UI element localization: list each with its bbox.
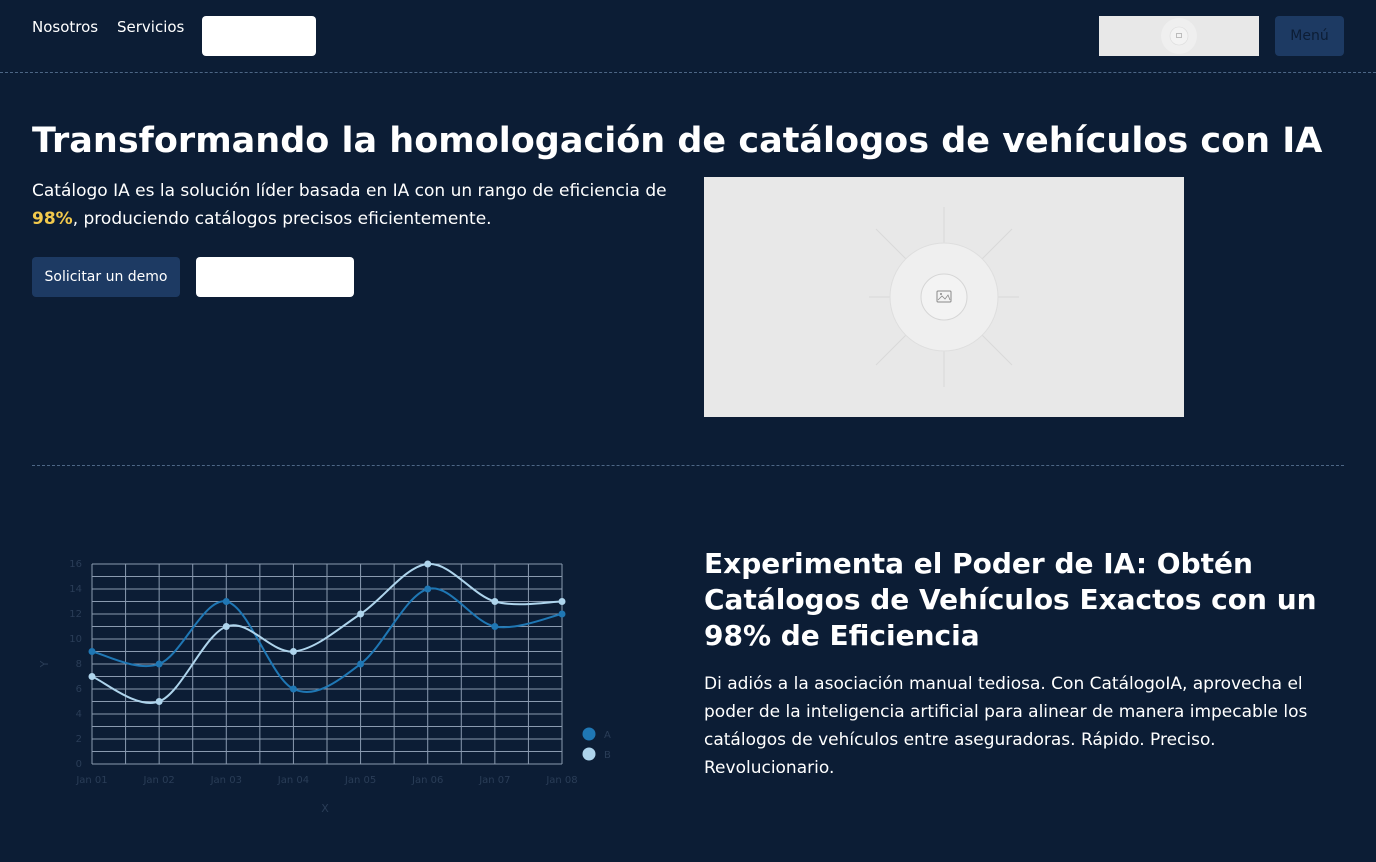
efficiency-highlight: 98%	[32, 209, 73, 229]
secondary-blank-button[interactable]	[196, 257, 354, 297]
data-point-a	[88, 648, 96, 655]
legend-marker-a	[582, 727, 596, 741]
hero-text-end: , produciendo catálogos precisos eficien…	[72, 209, 492, 229]
nav-link-nosotros[interactable]: Nosotros	[32, 18, 98, 36]
data-point-b	[155, 698, 163, 705]
x-tick-label: Jan 03	[210, 775, 242, 786]
data-point-a	[222, 598, 230, 605]
data-point-a	[155, 660, 163, 668]
x-tick-label: Jan 08	[545, 775, 577, 786]
y-tick-label: 0	[76, 759, 82, 770]
data-point-a	[424, 585, 432, 593]
nav-link-servicios[interactable]: Servicios	[117, 18, 184, 36]
x-axis-label: X	[321, 802, 329, 815]
data-point-a	[289, 685, 297, 693]
x-tick-label: Jan 06	[411, 775, 443, 786]
x-tick-label: Jan 07	[478, 775, 510, 786]
y-tick-label: 8	[76, 659, 82, 670]
image-placeholder-icon	[869, 207, 1019, 387]
data-point-b	[88, 673, 96, 680]
y-tick-label: 10	[69, 634, 82, 645]
menu-button[interactable]: Menú	[1275, 16, 1344, 56]
data-point-b	[424, 560, 432, 568]
chart-svg: 0 2 4 6 8 10 12 14 16 Jan 01 Jan 02 Jan 03 Jan 04 Jan…	[38, 559, 611, 815]
y-axis-label: Y	[38, 660, 51, 668]
y-tick-label: 12	[69, 609, 82, 620]
x-tick-label: Jan 01	[75, 775, 107, 786]
data-point-b	[558, 598, 566, 605]
x-tick-label: Jan 05	[344, 775, 376, 786]
legend-marker-b	[582, 747, 596, 761]
data-point-a	[357, 660, 365, 668]
legend-label-b: B	[604, 750, 611, 761]
feature-description: Di adiós a la asociación manual tediosa.…	[704, 674, 1308, 778]
hero-text-start: Catálogo IA es la solución líder basada …	[32, 181, 667, 201]
data-point-a	[491, 623, 499, 630]
y-tick-label: 16	[69, 559, 82, 570]
hero-image	[704, 177, 1184, 417]
top-navigation: Nosotros Servicios Menú	[0, 0, 1376, 73]
feature-title: Experimenta el Poder de IA: Obtén Catálo…	[704, 547, 1317, 652]
data-point-b	[222, 623, 230, 630]
logo[interactable]	[1099, 16, 1259, 56]
y-tick-label: 4	[76, 709, 82, 720]
hero-description: Catálogo IA es la solución líder basada …	[32, 177, 692, 233]
request-demo-button[interactable]: Solicitar un demo	[32, 257, 180, 297]
image-placeholder-icon	[1161, 18, 1197, 54]
data-point-b	[357, 610, 365, 618]
section-divider	[32, 465, 1344, 466]
x-tick-label: Jan 02	[142, 775, 174, 786]
legend-label-a: A	[604, 730, 611, 741]
y-tick-label: 6	[76, 684, 82, 695]
line-chart: 0 2 4 6 8 10 12 14 16 Jan 01 Jan 02 Jan 03 Jan 04 Jan…	[32, 540, 632, 830]
x-tick-label: Jan 04	[277, 775, 309, 786]
nav-blank-button[interactable]	[202, 16, 316, 56]
hero-title: Transformando la homologación de catálog…	[32, 121, 1323, 161]
y-tick-label: 2	[76, 734, 82, 745]
y-tick-label: 14	[69, 584, 82, 595]
data-point-b	[491, 598, 499, 605]
data-point-a	[558, 610, 566, 618]
data-point-b	[289, 648, 297, 655]
